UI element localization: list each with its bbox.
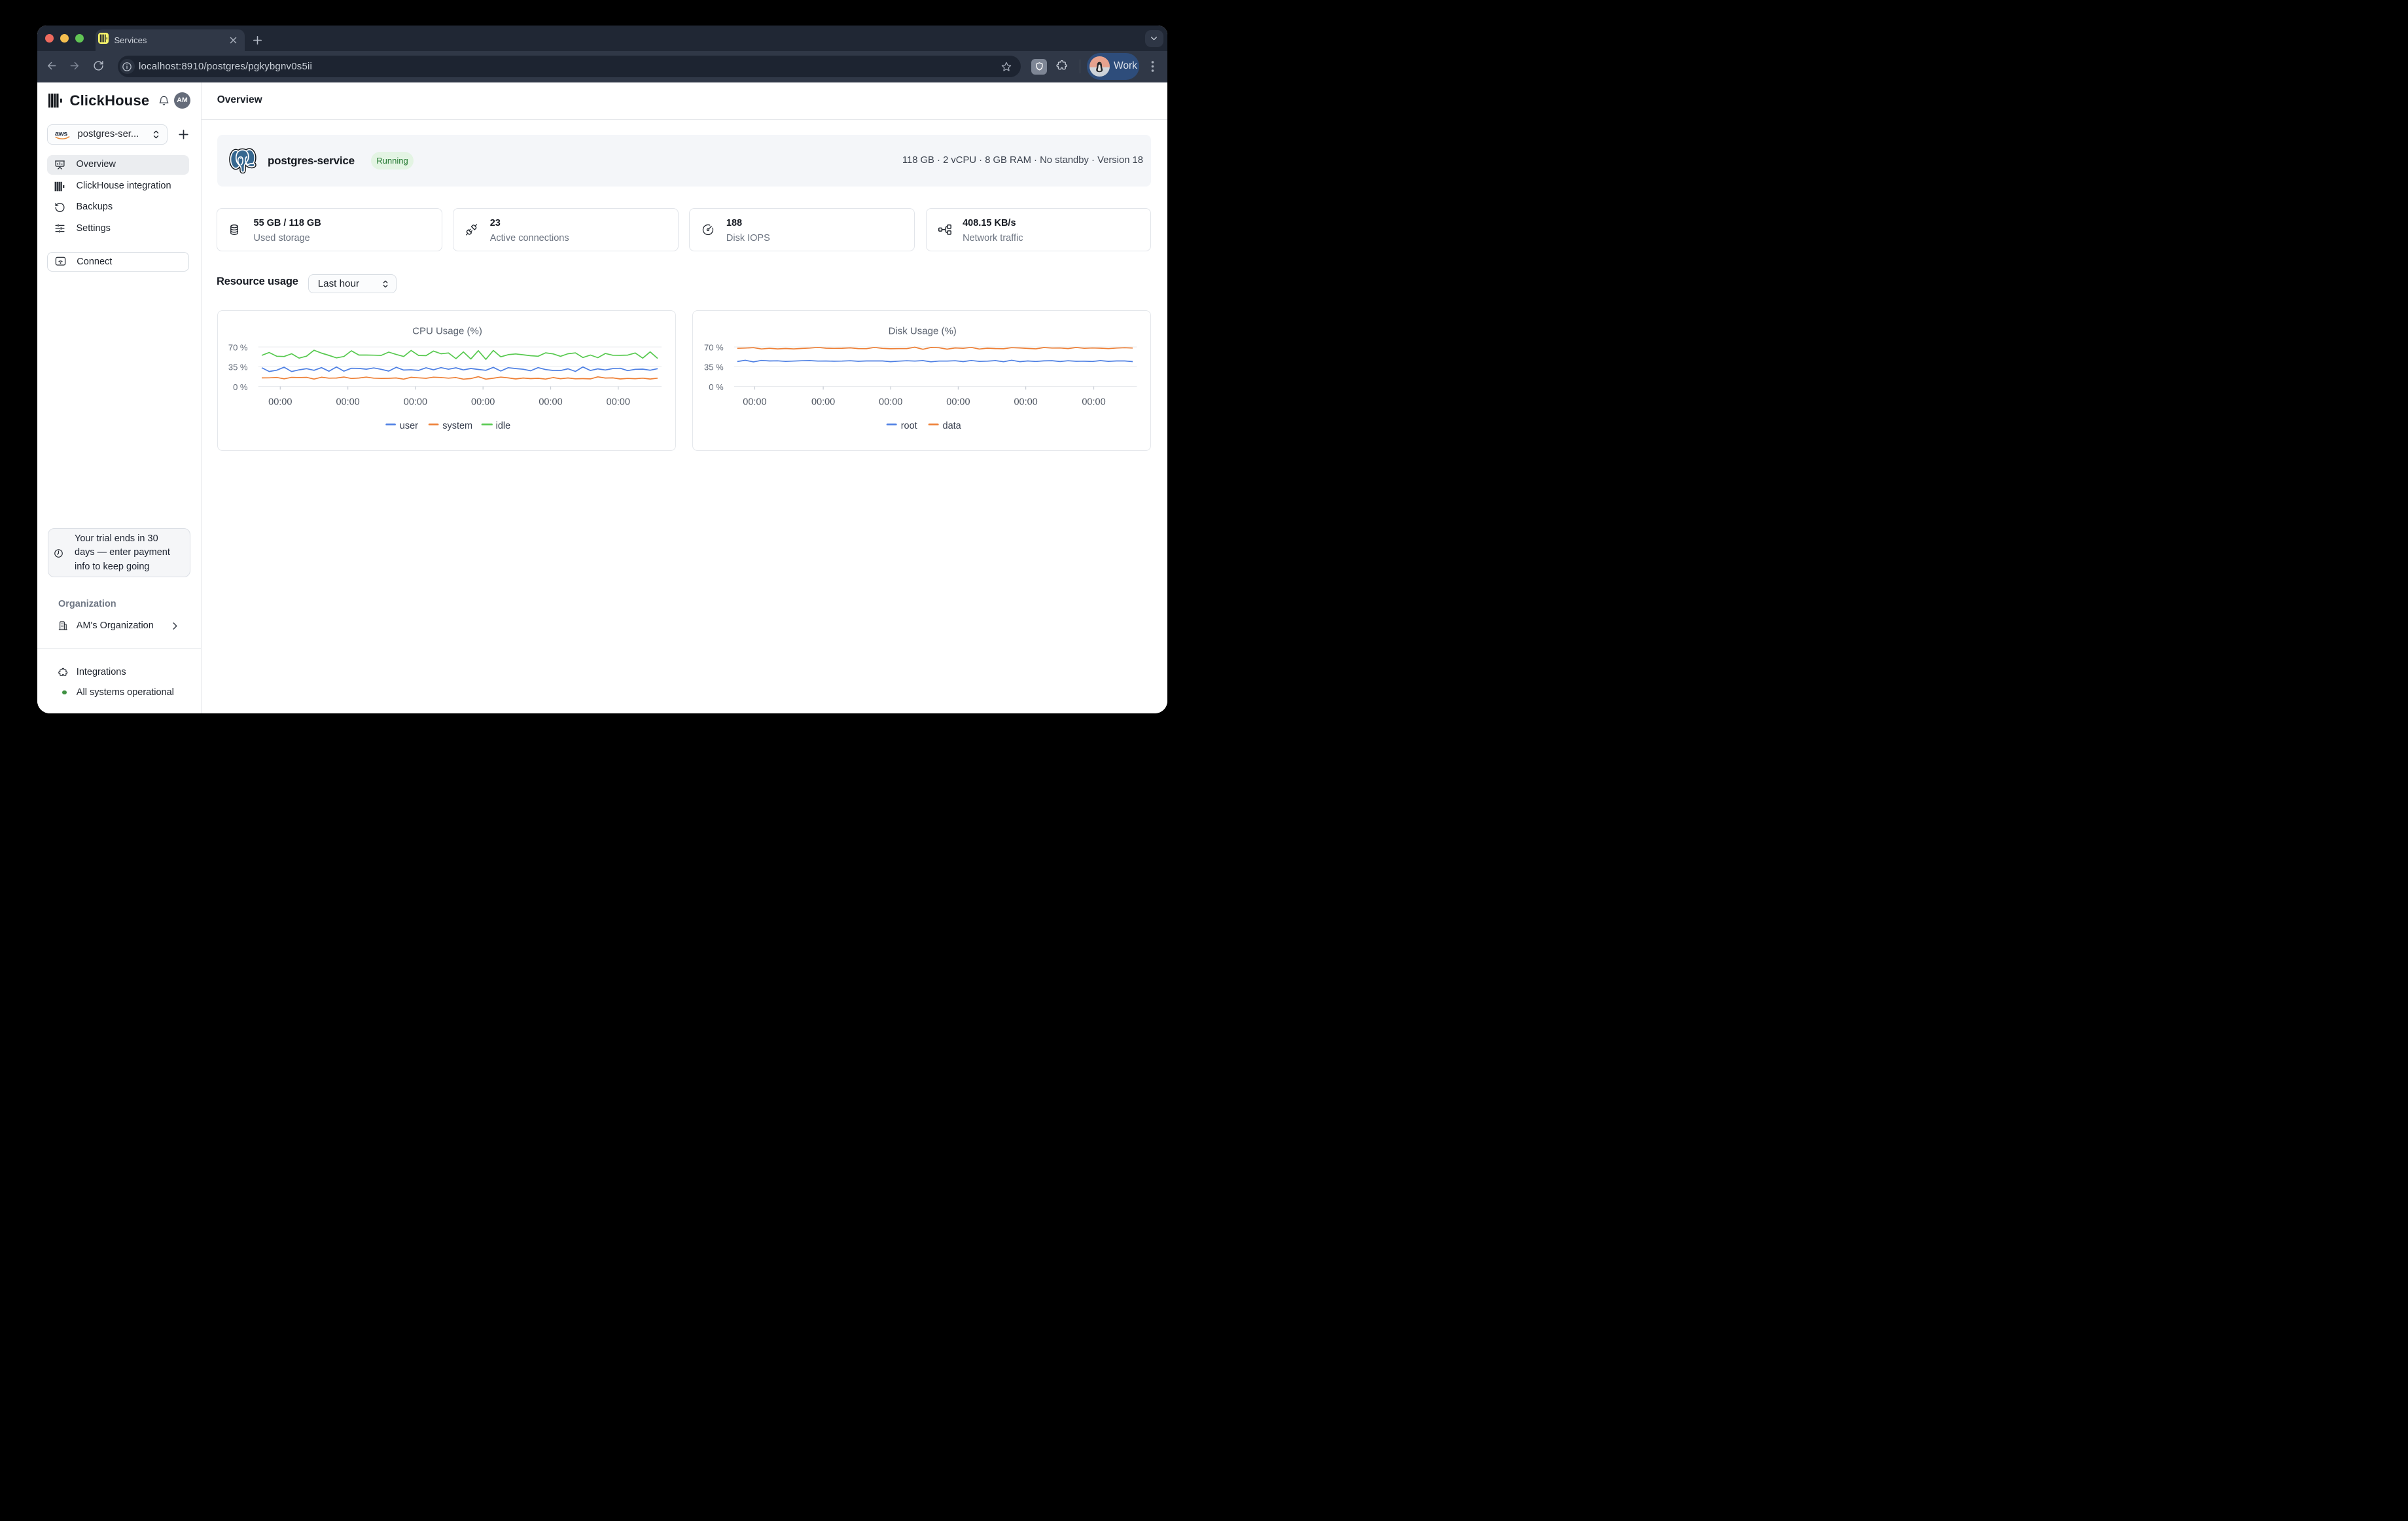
svg-text:35 %: 35 % <box>704 363 724 372</box>
svg-text:00:00: 00:00 <box>1014 397 1037 408</box>
svg-text:00:00: 00:00 <box>539 397 563 408</box>
svg-text:35 %: 35 % <box>228 363 248 372</box>
svg-text:system: system <box>443 421 473 431</box>
svg-text:00:00: 00:00 <box>607 397 630 408</box>
svg-text:00:00: 00:00 <box>743 397 766 408</box>
svg-text:aws: aws <box>55 130 67 138</box>
svg-text:00:00: 00:00 <box>879 397 902 408</box>
svg-text:70 %: 70 % <box>228 343 248 353</box>
svg-text:00:00: 00:00 <box>269 397 292 408</box>
svg-text:root: root <box>901 421 917 431</box>
svg-text:data: data <box>943 421 962 431</box>
svg-text:00:00: 00:00 <box>811 397 835 408</box>
svg-text:00:00: 00:00 <box>404 397 427 408</box>
svg-text:CPU Usage (%): CPU Usage (%) <box>413 326 483 337</box>
svg-text:0 %: 0 % <box>233 382 248 392</box>
svg-text:00:00: 00:00 <box>336 397 360 408</box>
svg-text:Disk Usage (%): Disk Usage (%) <box>889 326 957 337</box>
svg-text:70 %: 70 % <box>704 343 724 353</box>
svg-text:00:00: 00:00 <box>946 397 970 408</box>
svg-text:user: user <box>400 421 418 431</box>
svg-text:00:00: 00:00 <box>1082 397 1105 408</box>
svg-text:00:00: 00:00 <box>471 397 495 408</box>
svg-text:0 %: 0 % <box>709 382 724 392</box>
svg-text:idle: idle <box>496 421 511 431</box>
